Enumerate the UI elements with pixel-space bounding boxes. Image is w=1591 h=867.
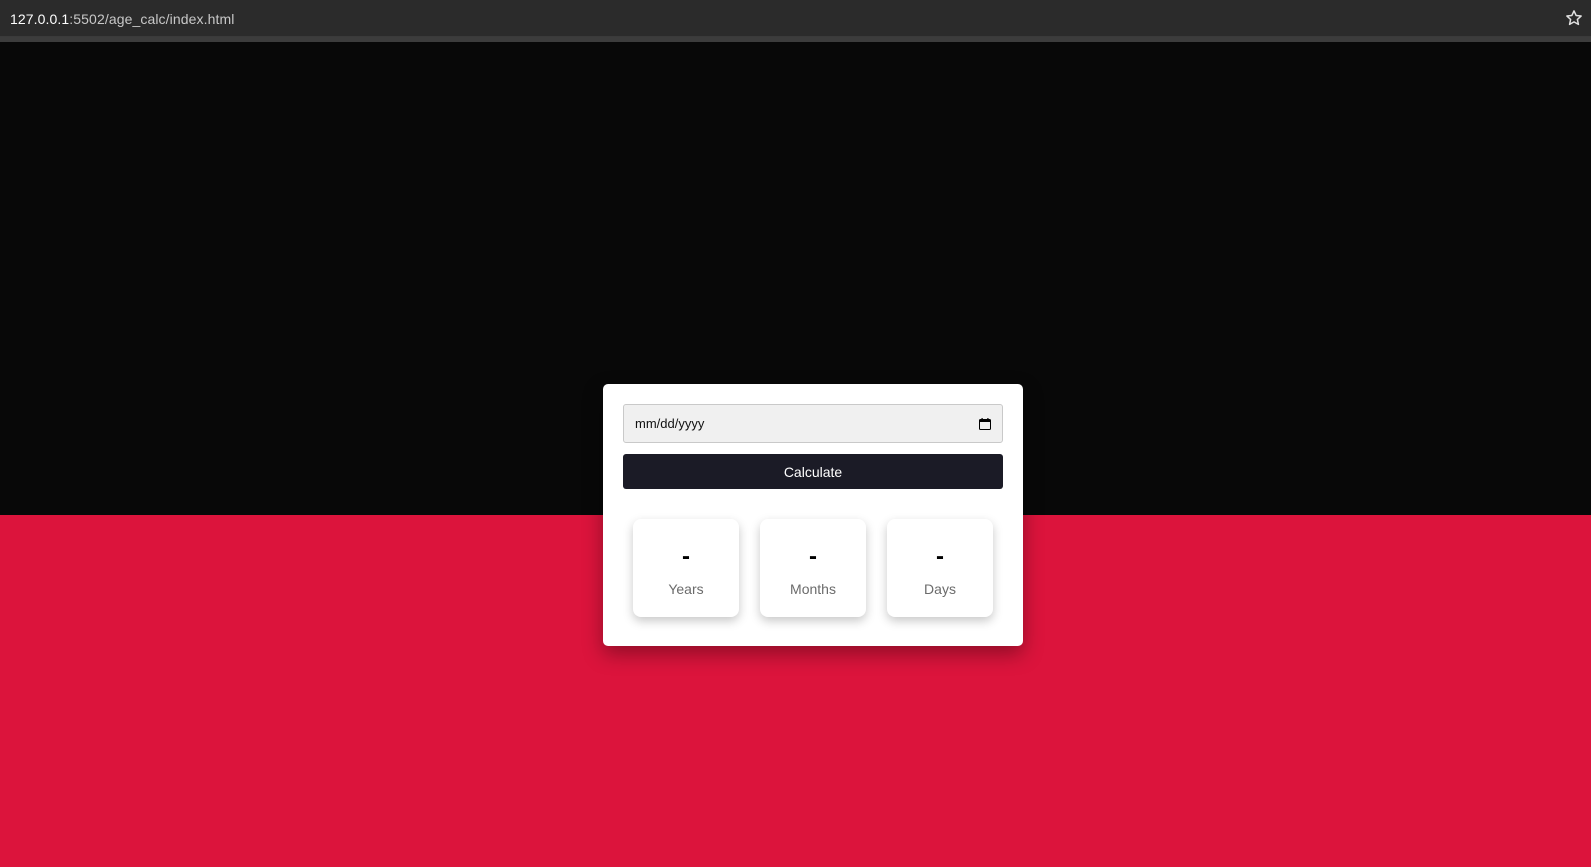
days-label: Days — [924, 581, 956, 597]
years-value: - — [682, 543, 690, 570]
birthdate-input[interactable]: mm/dd/yyyy — [623, 404, 1003, 443]
date-placeholder: mm/dd/yyyy — [635, 416, 705, 431]
days-value: - — [936, 543, 944, 570]
calendar-icon[interactable] — [979, 417, 991, 430]
months-label: Months — [790, 581, 836, 597]
age-calculator-card: mm/dd/yyyy Calculate - Years - Months - … — [603, 384, 1023, 646]
months-value: - — [809, 543, 817, 570]
url-host: 127.0.0.1 — [10, 10, 70, 27]
days-result-box: - Days — [887, 519, 993, 617]
months-result-box: - Months — [760, 519, 866, 617]
browser-toolbar: 127.0.0.1:5502/age_calc/index.html — [0, 0, 1591, 37]
calculate-button[interactable]: Calculate — [623, 454, 1003, 489]
url-path: :5502/age_calc/index.html — [69, 10, 235, 27]
address-bar[interactable]: 127.0.0.1:5502/age_calc/index.html — [0, 0, 234, 37]
star-icon[interactable] — [1565, 9, 1583, 27]
years-label: Years — [668, 581, 704, 597]
years-result-box: - Years — [633, 519, 739, 617]
